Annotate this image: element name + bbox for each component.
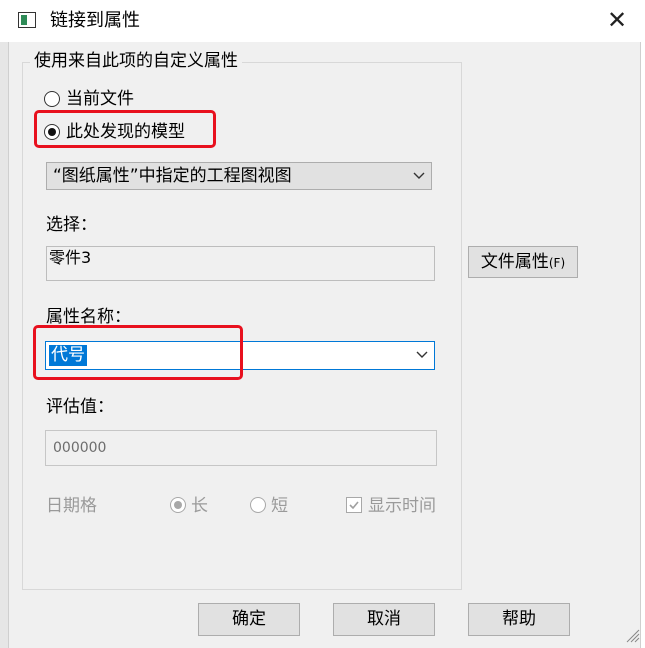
groupbox-legend: 使用来自此项的自定义属性 — [30, 50, 242, 72]
chevron-down-icon — [413, 172, 425, 179]
checkmark-icon — [349, 501, 359, 510]
show-time-label: 显示时间 — [368, 496, 436, 516]
evaluated-value-label: 评估值： — [46, 397, 114, 417]
cancel-button[interactable]: 取消 — [333, 603, 435, 636]
selection-value: 零件3 — [49, 248, 92, 267]
file-properties-button-label: 文件属性 — [480, 252, 549, 272]
resize-grip-icon[interactable] — [621, 624, 641, 644]
date-format-label: 日期格 — [46, 496, 97, 516]
radio-date-short-label: 短 — [271, 496, 288, 516]
background-window-edge — [0, 42, 9, 648]
show-time-checkbox[interactable] — [346, 497, 362, 513]
drawing-view-dropdown-value: “图纸属性”中指定的工程图视图 — [53, 166, 292, 186]
evaluated-value: 000000 — [53, 440, 107, 456]
chevron-down-icon — [416, 351, 428, 358]
selection-box[interactable]: 零件3 — [46, 246, 435, 281]
drawing-view-dropdown[interactable]: “图纸属性”中指定的工程图视图 — [46, 162, 432, 190]
ok-button[interactable]: 确定 — [198, 603, 300, 636]
radio-date-long-label: 长 — [191, 496, 208, 516]
background-window-edge-right — [640, 42, 645, 648]
selection-label: 选择： — [46, 215, 97, 235]
annotation-highlight-box — [33, 325, 243, 380]
annotation-highlight-box — [34, 110, 216, 148]
file-properties-button[interactable]: 文件属性(F) — [468, 246, 578, 278]
radio-current-file-label: 当前文件 — [66, 89, 134, 109]
evaluated-value-box: 000000 — [45, 430, 437, 466]
app-icon — [18, 12, 36, 28]
window-title: 链接到属性 — [50, 10, 140, 31]
help-button[interactable]: 帮助 — [468, 603, 570, 636]
radio-date-long[interactable] — [170, 497, 186, 513]
close-icon[interactable]: ✕ — [603, 6, 631, 34]
file-properties-hotkey: (F) — [548, 256, 566, 270]
radio-date-short[interactable] — [250, 497, 266, 513]
radio-current-file[interactable] — [44, 91, 60, 107]
